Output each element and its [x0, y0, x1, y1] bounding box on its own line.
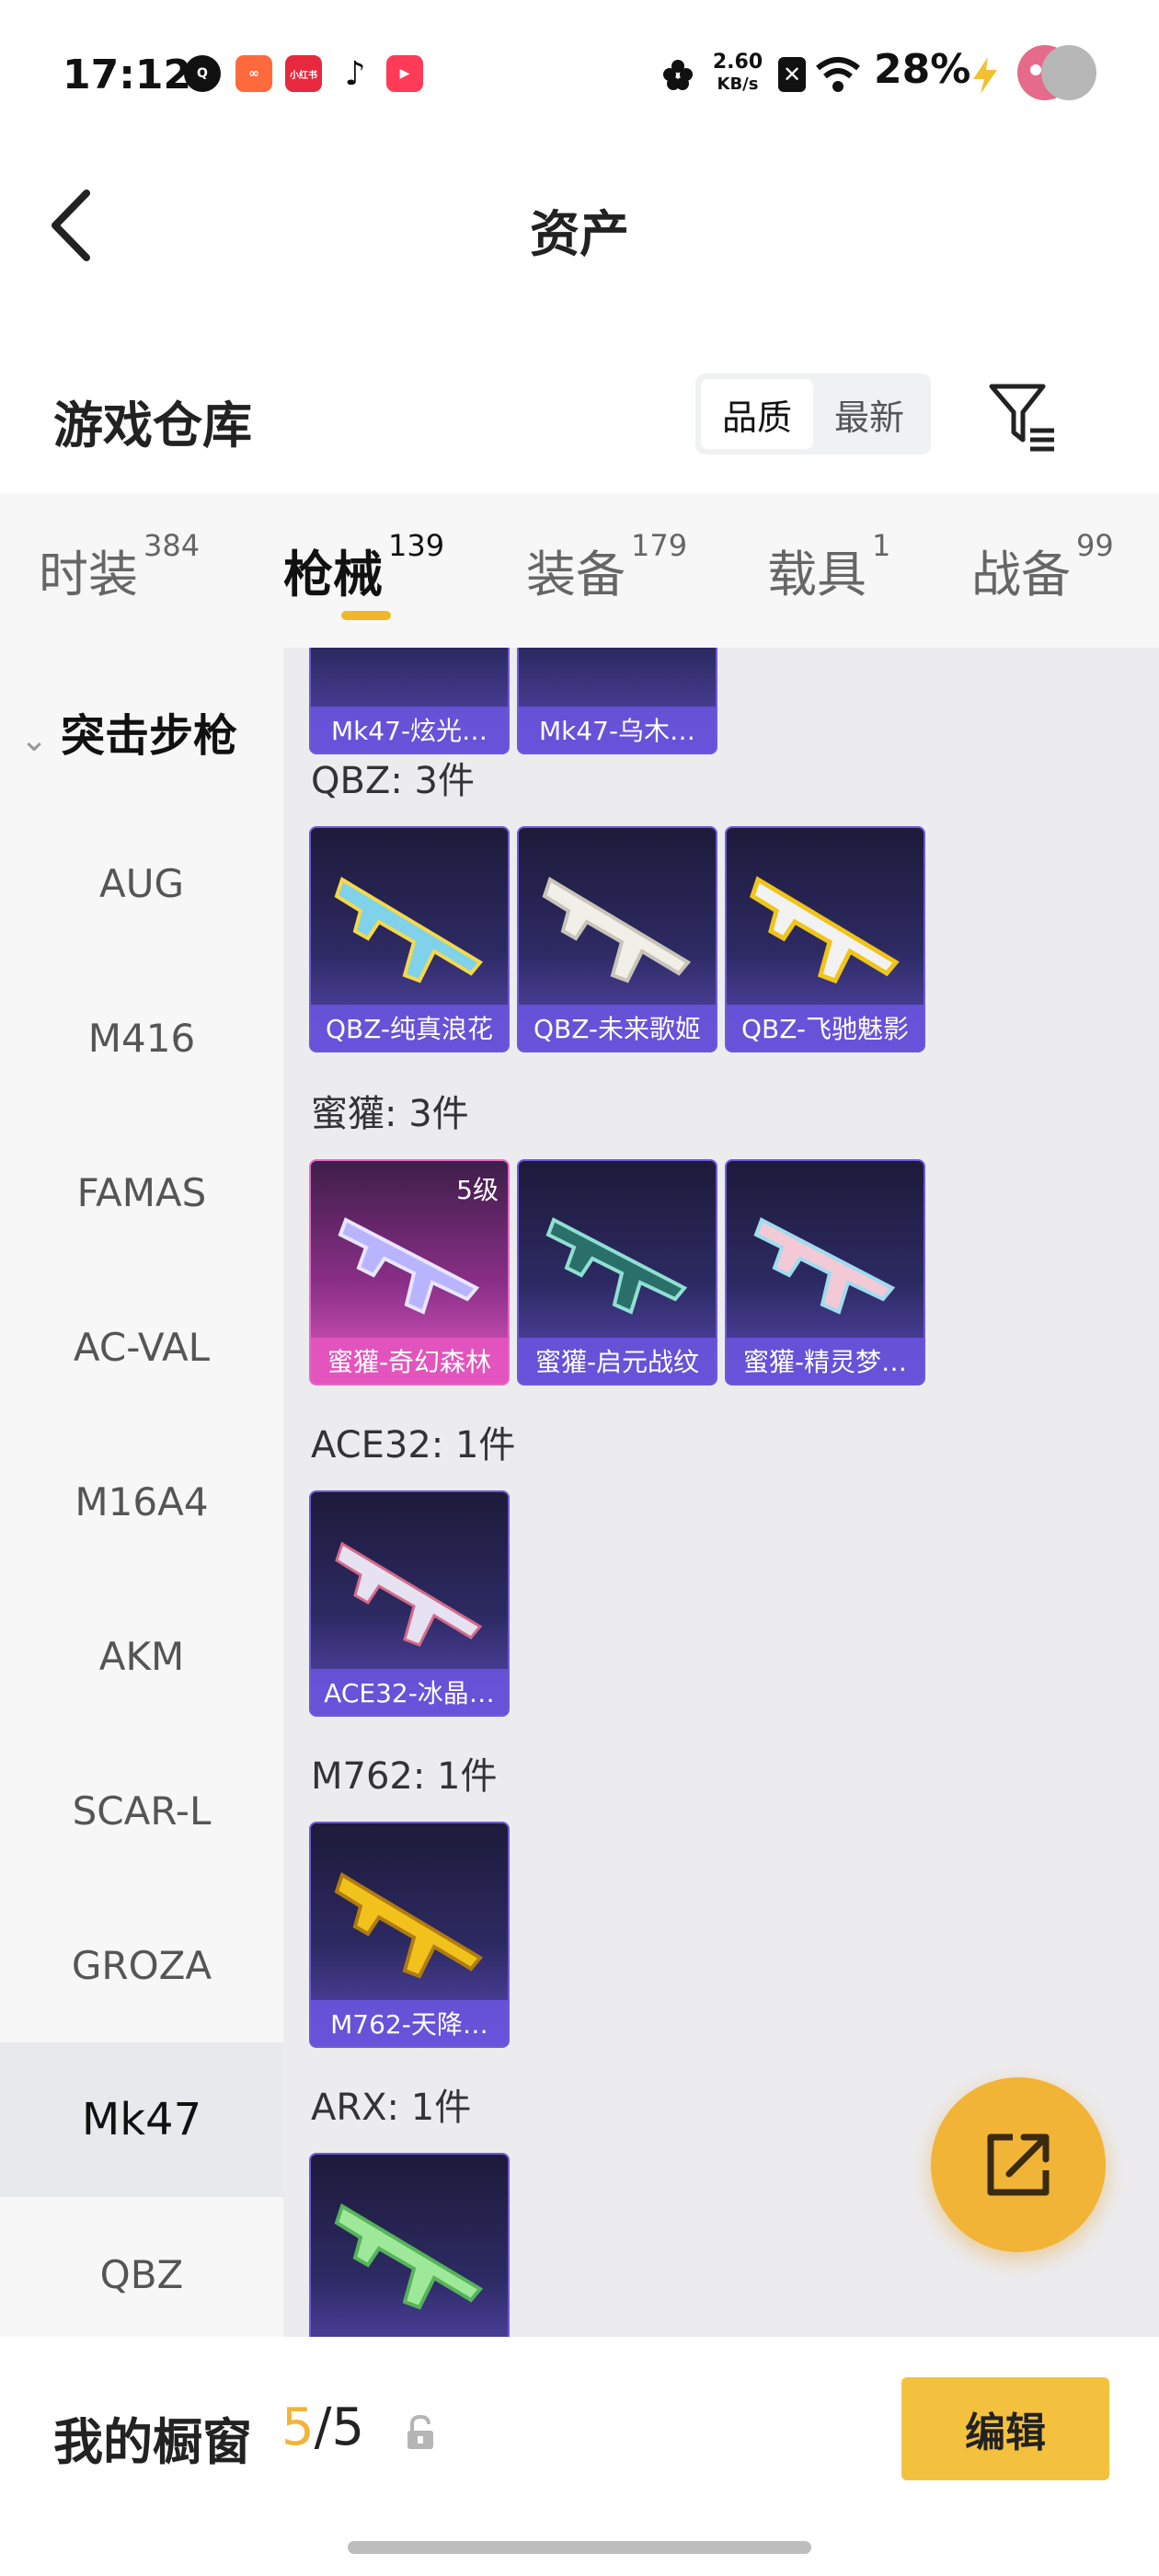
smg-icon: [753, 1217, 896, 1315]
group-title: QBZ: 3件: [311, 760, 475, 802]
rifle-icon: [334, 877, 484, 983]
group-title: ACE32: 1件: [311, 1424, 516, 1466]
sidebar-item-qbz[interactable]: QBZ: [0, 2197, 283, 2337]
edit-button[interactable]: 编辑: [901, 2377, 1109, 2480]
skin-card[interactable]: Mk47-乌木…: [517, 648, 717, 754]
share-fab[interactable]: [931, 2077, 1106, 2252]
sort-toggle: 品质 最新: [695, 374, 931, 454]
tab-fashion[interactable]: 时装 384: [39, 528, 200, 606]
warehouse-title: 游戏仓库: [53, 397, 252, 454]
skin-card[interactable]: QBZ-飞驰魅影: [725, 826, 925, 1052]
sort-quality-button[interactable]: 品质: [701, 379, 813, 449]
kuaishou-icon: ∞: [235, 55, 272, 92]
skin-name: Mk47-炫光…: [311, 707, 508, 753]
skin-name: 蜜獾-奇幻森林: [311, 1338, 508, 1384]
home-indicator[interactable]: [348, 2541, 811, 2554]
weapon-sidebar: ⌄ 突击步枪 AUG M416 FAMAS AC-VAL M16A4 AKM SC…: [0, 648, 283, 2337]
skin-card[interactable]: 5级 蜜獾-奇幻森林: [309, 1159, 510, 1386]
skin-name: 蜜獾-精灵梦…: [727, 1338, 924, 1384]
skin-card[interactable]: QBZ-未来歌姬: [517, 826, 717, 1052]
skin-card[interactable]: 蜜獾-启元战纹: [517, 1159, 717, 1386]
sidebar-item-scar-l[interactable]: SCAR-L: [0, 1733, 283, 1888]
skin-name: 蜜獾-启元战纹: [519, 1338, 716, 1384]
smg-icon: [545, 1217, 688, 1315]
sort-newest-button[interactable]: 最新: [813, 379, 925, 449]
group-title: M762: 1件: [311, 1755, 498, 1798]
net-speed: 2.60 KB/s: [712, 51, 763, 95]
skin-name: M762-天降…: [311, 2000, 508, 2046]
header: 资产: [0, 147, 1159, 304]
rifle-icon: [335, 1541, 483, 1647]
group-title: 蜜獾: 3件: [311, 1093, 469, 1135]
tab-firearms[interactable]: 枪械 139: [283, 528, 444, 606]
sidebar-category[interactable]: ⌄ 突击步枪: [20, 699, 237, 764]
skin-name: Mk47-乌木…: [519, 707, 716, 753]
tab-supplies[interactable]: 战备 99: [971, 528, 1114, 606]
skin-card[interactable]: Mk47-炫光…: [309, 648, 510, 754]
q-icon: Q: [184, 55, 221, 92]
video-app-icon: ▶: [386, 55, 423, 92]
tab-equipment[interactable]: 装备 179: [526, 528, 687, 606]
sidebar-item-m416[interactable]: M416: [0, 960, 283, 1115]
filter-icon[interactable]: [986, 379, 1060, 453]
skin-name: QBZ-未来歌姬: [519, 1005, 716, 1051]
showcase-bar: 我的橱窗 5/5 编辑: [0, 2337, 1159, 2576]
active-tab-indicator: [341, 611, 391, 620]
status-time: 17:12: [63, 52, 192, 98]
sidebar-item-ac-val[interactable]: AC-VAL: [0, 1270, 283, 1424]
sidebar-item-aug[interactable]: AUG: [0, 806, 283, 960]
level-badge: 5级: [456, 1175, 499, 1205]
skin-card[interactable]: 蜜獾-精灵梦…: [725, 1159, 925, 1386]
showcase-count: 5/5: [281, 2398, 365, 2457]
skin-card[interactable]: M762-天降…: [309, 1822, 510, 2048]
share-external-icon: [987, 2133, 1050, 2196]
skin-card[interactable]: [309, 2153, 510, 2337]
status-bar: 17:12 Q ∞ 小红书 ♪ ▶ 2.60 KB/s ✕ 28%: [0, 0, 1159, 147]
rifle-icon: [334, 2203, 484, 2310]
chevron-down-icon: ⌄: [20, 721, 49, 759]
avatar-icon: [1017, 45, 1096, 100]
rifle-icon: [542, 877, 692, 983]
skin-name: ACE32-冰晶…: [311, 1669, 508, 1715]
showcase-label: 我的橱窗: [53, 2413, 252, 2471]
page-title: 资产: [530, 205, 629, 263]
sim-off-icon: ✕: [778, 57, 806, 92]
skin-name: QBZ-纯真浪花: [311, 1005, 508, 1051]
battery-percent: 28%: [874, 46, 971, 93]
sidebar-item-m16a4[interactable]: M16A4: [0, 1424, 283, 1579]
tiktok-icon: ♪: [344, 54, 366, 93]
sidebar-item-akm[interactable]: AKM: [0, 1579, 283, 1733]
skin-card[interactable]: ACE32-冰晶…: [309, 1490, 510, 1717]
sidebar-item-groza[interactable]: GROZA: [0, 1888, 283, 2042]
sidebar-item-mk47[interactable]: Mk47: [0, 2042, 283, 2197]
charging-icon: [973, 57, 997, 94]
rifle-icon: [334, 1872, 484, 1979]
tab-vehicles[interactable]: 载具 1: [767, 528, 890, 606]
flower-icon: [663, 60, 693, 90]
wifi-icon: [816, 57, 860, 92]
rifle-icon: [750, 876, 900, 984]
skin-name: QBZ-飞驰魅影: [727, 1005, 924, 1051]
sidebar-item-famas[interactable]: FAMAS: [0, 1115, 283, 1270]
xiaohongshu-icon: 小红书: [285, 55, 322, 92]
category-tabs: 时装 384 枪械 139 装备 179 载具 1 战备 99: [0, 493, 1159, 648]
skin-card[interactable]: QBZ-纯真浪花: [309, 826, 510, 1052]
group-title: ARX: 1件: [311, 2087, 472, 2129]
lock-icon: [407, 2414, 433, 2449]
